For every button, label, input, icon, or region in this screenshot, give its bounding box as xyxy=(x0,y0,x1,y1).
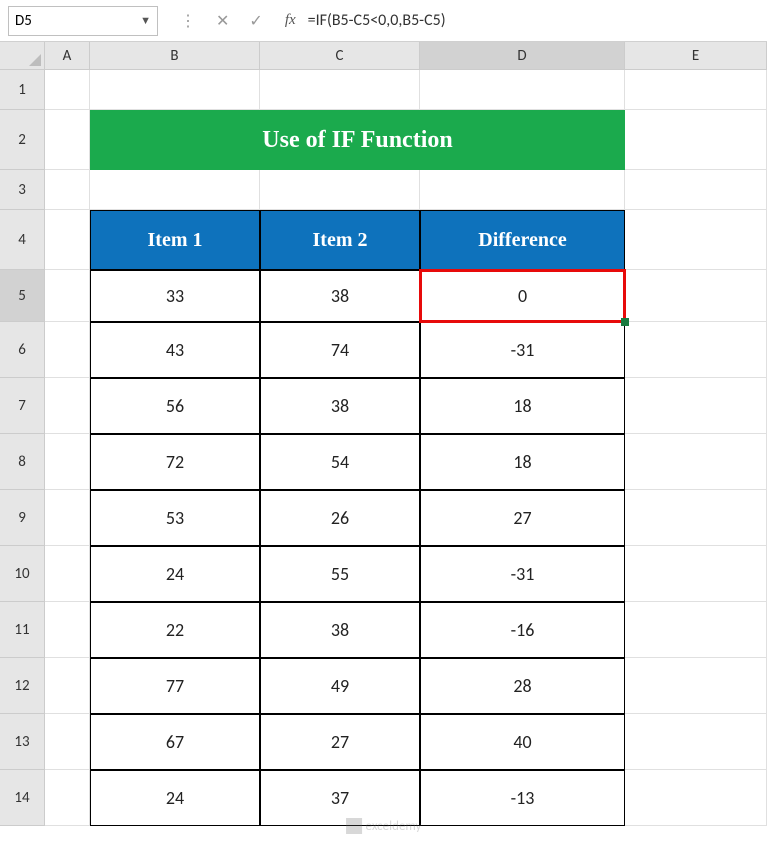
formula-bar-icons: ⋮ ✕ ✓ xyxy=(158,11,285,31)
table-cell[interactable]: 27 xyxy=(420,490,625,546)
row-header-8[interactable]: 8 xyxy=(0,434,45,490)
column-header-E[interactable]: E xyxy=(625,42,767,70)
formula-bar: D5 ▼ ⋮ ✕ ✓ fx =IF(B5-C5<0,0,B5-C5) xyxy=(0,0,767,42)
table-cell[interactable]: 24 xyxy=(90,546,260,602)
chevron-down-icon[interactable]: ▼ xyxy=(140,14,151,27)
formula-input[interactable]: =IF(B5-C5<0,0,B5-C5) xyxy=(308,11,767,30)
table-cell[interactable]: 43 xyxy=(90,322,260,378)
table-header: Difference xyxy=(420,210,625,270)
table-cell[interactable]: 27 xyxy=(260,714,420,770)
table-cell[interactable]: -13 xyxy=(420,770,625,826)
title-banner: Use of IF Function xyxy=(90,110,625,170)
table-cell[interactable]: 67 xyxy=(90,714,260,770)
column-header-C[interactable]: C xyxy=(260,42,420,70)
table-cell[interactable]: 54 xyxy=(260,434,420,490)
table-cell[interactable]: 55 xyxy=(260,546,420,602)
column-header-A[interactable]: A xyxy=(45,42,90,70)
check-icon[interactable]: ✓ xyxy=(249,11,262,31)
row-header-3[interactable]: 3 xyxy=(0,170,45,210)
table-cell[interactable]: 74 xyxy=(260,322,420,378)
table-cell[interactable]: 33 xyxy=(90,270,260,322)
table-cell[interactable]: 26 xyxy=(260,490,420,546)
table-header: Item 1 xyxy=(90,210,260,270)
fx-icon[interactable]: fx xyxy=(285,12,296,29)
row-header-10[interactable]: 10 xyxy=(0,546,45,602)
table-cell[interactable]: 18 xyxy=(420,378,625,434)
table-cell[interactable]: 22 xyxy=(90,602,260,658)
row-header-5[interactable]: 5 xyxy=(0,270,45,322)
name-box[interactable]: D5 ▼ xyxy=(8,6,158,36)
table-header: Item 2 xyxy=(260,210,420,270)
watermark-text: exceldemy xyxy=(366,819,422,834)
cancel-icon[interactable]: ✕ xyxy=(216,11,229,31)
table-cell[interactable]: -31 xyxy=(420,546,625,602)
row-header-1[interactable]: 1 xyxy=(0,70,45,110)
table-cell[interactable]: 38 xyxy=(260,378,420,434)
row-header-12[interactable]: 12 xyxy=(0,658,45,714)
table-cell[interactable]: -16 xyxy=(420,602,625,658)
column-header-B[interactable]: B xyxy=(90,42,260,70)
row-header-14[interactable]: 14 xyxy=(0,770,45,826)
sheet-grid[interactable]: Use of IF Function Item 1Item 2Difference… xyxy=(45,70,767,826)
name-box-value: D5 xyxy=(15,12,140,30)
table-cell[interactable]: 0 xyxy=(420,270,625,322)
table-cell[interactable]: 38 xyxy=(260,602,420,658)
row-header-13[interactable]: 13 xyxy=(0,714,45,770)
row-header-9[interactable]: 9 xyxy=(0,490,45,546)
row-header-4[interactable]: 4 xyxy=(0,210,45,270)
row-headers: 1234567891011121314 xyxy=(0,70,45,826)
table-cell[interactable]: 18 xyxy=(420,434,625,490)
row-header-11[interactable]: 11 xyxy=(0,602,45,658)
column-header-D[interactable]: D xyxy=(420,42,625,70)
table-cell[interactable]: -31 xyxy=(420,322,625,378)
table-cell[interactable]: 77 xyxy=(90,658,260,714)
watermark: exceldemy xyxy=(346,818,422,834)
table-cell[interactable]: 53 xyxy=(90,490,260,546)
table-cell[interactable]: 40 xyxy=(420,714,625,770)
column-headers: ABCDE xyxy=(45,42,767,70)
row-header-2[interactable]: 2 xyxy=(0,110,45,170)
select-all-corner[interactable] xyxy=(0,42,45,70)
row-header-6[interactable]: 6 xyxy=(0,322,45,378)
table-cell[interactable]: 38 xyxy=(260,270,420,322)
table-cell[interactable]: 28 xyxy=(420,658,625,714)
table-cell[interactable]: 56 xyxy=(90,378,260,434)
watermark-icon xyxy=(346,818,362,834)
table-cell[interactable]: 24 xyxy=(90,770,260,826)
dots-icon: ⋮ xyxy=(180,11,196,31)
row-header-7[interactable]: 7 xyxy=(0,378,45,434)
table-cell[interactable]: 72 xyxy=(90,434,260,490)
table-cell[interactable]: 49 xyxy=(260,658,420,714)
fill-handle[interactable] xyxy=(621,318,629,326)
